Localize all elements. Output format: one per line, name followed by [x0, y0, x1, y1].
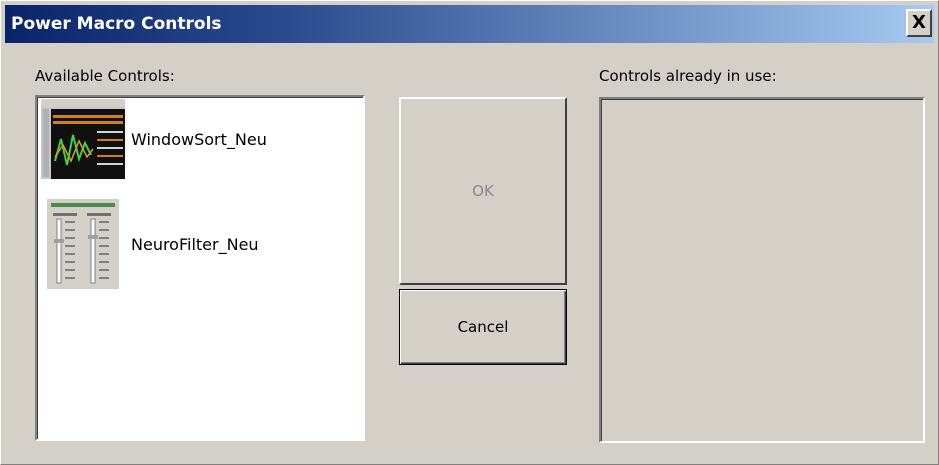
controls-in-use-label: Controls already in use: — [599, 67, 777, 85]
ok-button-label: OK — [472, 182, 494, 200]
available-controls-list[interactable]: WindowSort_Neu NeuroFilter_Neu — [35, 95, 365, 441]
title-bar[interactable]: Power Macro Controls X — [5, 5, 934, 43]
close-button[interactable]: X — [906, 9, 932, 37]
cancel-button[interactable]: Cancel — [399, 289, 567, 365]
cancel-button-label: Cancel — [457, 318, 509, 336]
controls-in-use-list[interactable] — [599, 97, 925, 443]
ok-button[interactable]: OK — [399, 97, 567, 285]
power-macro-controls-dialog: Power Macro Controls X Available Control… — [0, 0, 939, 465]
windowsort-thumbnail-icon — [41, 99, 125, 179]
list-item-label: WindowSort_Neu — [131, 129, 267, 149]
neurofilter-thumbnail-icon — [47, 199, 119, 289]
window-title: Power Macro Controls — [11, 14, 222, 34]
close-icon: X — [912, 12, 926, 33]
list-item-windowsort[interactable]: WindowSort_Neu — [41, 99, 267, 179]
available-controls-label: Available Controls: — [35, 67, 175, 85]
list-item-label: NeuroFilter_Neu — [131, 234, 259, 254]
list-item-neurofilter[interactable]: NeuroFilter_Neu — [47, 199, 259, 289]
